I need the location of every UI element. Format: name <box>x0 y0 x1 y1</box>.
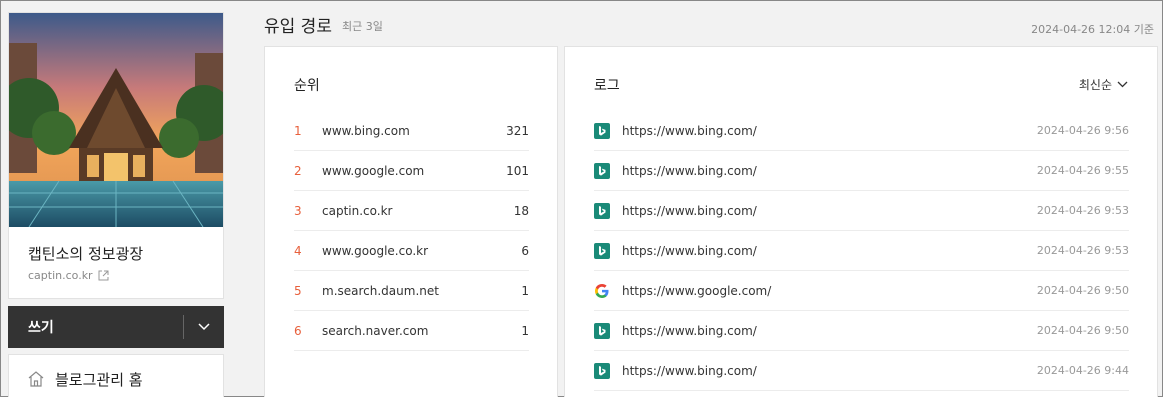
log-row: https://www.bing.com/ 2024-04-26 9:56 <box>594 111 1129 151</box>
log-url[interactable]: https://www.bing.com/ <box>622 164 1037 178</box>
log-row: https://www.bing.com/ 2024-04-26 9:55 <box>594 151 1129 191</box>
ranking-row: 3 captin.co.kr 18 <box>294 191 529 231</box>
bing-icon <box>594 362 610 379</box>
rank-count: 321 <box>506 123 529 138</box>
log-url[interactable]: https://www.bing.com/ <box>622 124 1037 138</box>
write-bar: 쓰기 <box>8 306 224 348</box>
ranking-list: 1 www.bing.com 321 2 www.google.com 101 … <box>294 111 529 351</box>
rank-number: 3 <box>294 203 302 218</box>
rank-number: 4 <box>294 243 302 258</box>
log-time: 2024-04-26 9:44 <box>1036 364 1129 377</box>
log-time: 2024-04-26 9:50 <box>1036 284 1129 297</box>
bing-icon <box>594 122 610 139</box>
chevron-down-icon <box>1117 81 1128 88</box>
sidebar-item-manage-home[interactable]: 블로그관리 홈 <box>8 354 224 397</box>
ranking-row: 6 search.naver.com 1 <box>294 311 529 351</box>
blog-profile-image[interactable] <box>9 13 223 227</box>
ranking-title: 순위 <box>294 78 320 94</box>
log-url[interactable]: https://www.google.com/ <box>622 284 1037 298</box>
page-title: 유입 경로 <box>264 17 332 37</box>
log-time: 2024-04-26 9:53 <box>1036 204 1129 217</box>
google-icon <box>594 283 610 299</box>
bing-icon <box>594 202 610 219</box>
rank-number: 1 <box>294 123 302 138</box>
ranking-row: 1 www.bing.com 321 <box>294 111 529 151</box>
write-options-button[interactable] <box>184 306 224 348</box>
blog-profile-card: 캡틴소의 정보광장 captin.co.kr <box>8 12 224 299</box>
sidebar-item-label: 블로그관리 홈 <box>55 370 143 389</box>
page-subtitle: 최근 3일 <box>342 20 383 33</box>
log-row: https://www.google.com/ 2024-04-26 9:50 <box>594 271 1129 311</box>
rank-number: 2 <box>294 163 302 178</box>
rank-count: 101 <box>506 163 529 178</box>
log-row: https://www.bing.com/ 2024-04-26 9:50 <box>594 311 1129 351</box>
log-card: 로그 최신순 https://www.bing.com/ 2024-04-26 … <box>564 46 1158 397</box>
chevron-down-icon <box>198 323 210 331</box>
blog-name[interactable]: 캡틴소의 정보광장 <box>28 243 143 264</box>
rank-number: 6 <box>294 323 302 338</box>
log-time: 2024-04-26 9:55 <box>1036 164 1129 177</box>
log-row: https://www.bing.com/ 2024-04-26 9:44 <box>594 351 1129 391</box>
bing-icon <box>594 162 610 179</box>
bing-icon <box>594 322 610 339</box>
log-url[interactable]: https://www.bing.com/ <box>622 244 1037 258</box>
rank-domain: m.search.daum.net <box>322 283 439 298</box>
bing-icon <box>594 242 610 259</box>
home-icon <box>28 371 44 387</box>
rank-number: 5 <box>294 283 302 298</box>
ranking-row: 4 www.google.co.kr 6 <box>294 231 529 271</box>
log-row: https://www.bing.com/ 2024-04-26 9:53 <box>594 191 1129 231</box>
rank-domain: www.google.com <box>322 163 425 178</box>
external-link-icon[interactable] <box>98 270 109 281</box>
log-title: 로그 <box>594 78 620 94</box>
log-url[interactable]: https://www.bing.com/ <box>622 204 1037 218</box>
rank-count: 1 <box>521 283 529 298</box>
sort-dropdown[interactable]: 최신순 <box>1079 76 1128 93</box>
log-list: https://www.bing.com/ 2024-04-26 9:56 ht… <box>594 111 1129 391</box>
log-url[interactable]: https://www.bing.com/ <box>622 364 1037 378</box>
ranking-row: 2 www.google.com 101 <box>294 151 529 191</box>
rank-domain: www.google.co.kr <box>322 243 429 258</box>
rank-domain: search.naver.com <box>322 323 429 338</box>
blog-url-link[interactable]: captin.co.kr <box>28 269 109 282</box>
blog-url[interactable]: captin.co.kr <box>28 269 93 282</box>
log-row: https://www.bing.com/ 2024-04-26 9:53 <box>594 231 1129 271</box>
ranking-row: 5 m.search.daum.net 1 <box>294 271 529 311</box>
log-time: 2024-04-26 9:53 <box>1036 244 1129 257</box>
log-time: 2024-04-26 9:50 <box>1036 324 1129 337</box>
page-timestamp: 2024-04-26 12:04 기준 <box>1031 23 1154 36</box>
rank-count: 18 <box>513 203 529 218</box>
ranking-card: 순위 1 www.bing.com 321 2 www.google.com 1… <box>264 46 558 397</box>
rank-domain: www.bing.com <box>322 123 410 138</box>
rank-count: 6 <box>521 243 529 258</box>
log-time: 2024-04-26 9:56 <box>1036 124 1129 137</box>
write-button[interactable]: 쓰기 <box>8 317 183 337</box>
rank-domain: captin.co.kr <box>322 203 393 218</box>
sort-label: 최신순 <box>1078 78 1112 92</box>
rank-count: 1 <box>521 323 529 338</box>
log-url[interactable]: https://www.bing.com/ <box>622 324 1037 338</box>
